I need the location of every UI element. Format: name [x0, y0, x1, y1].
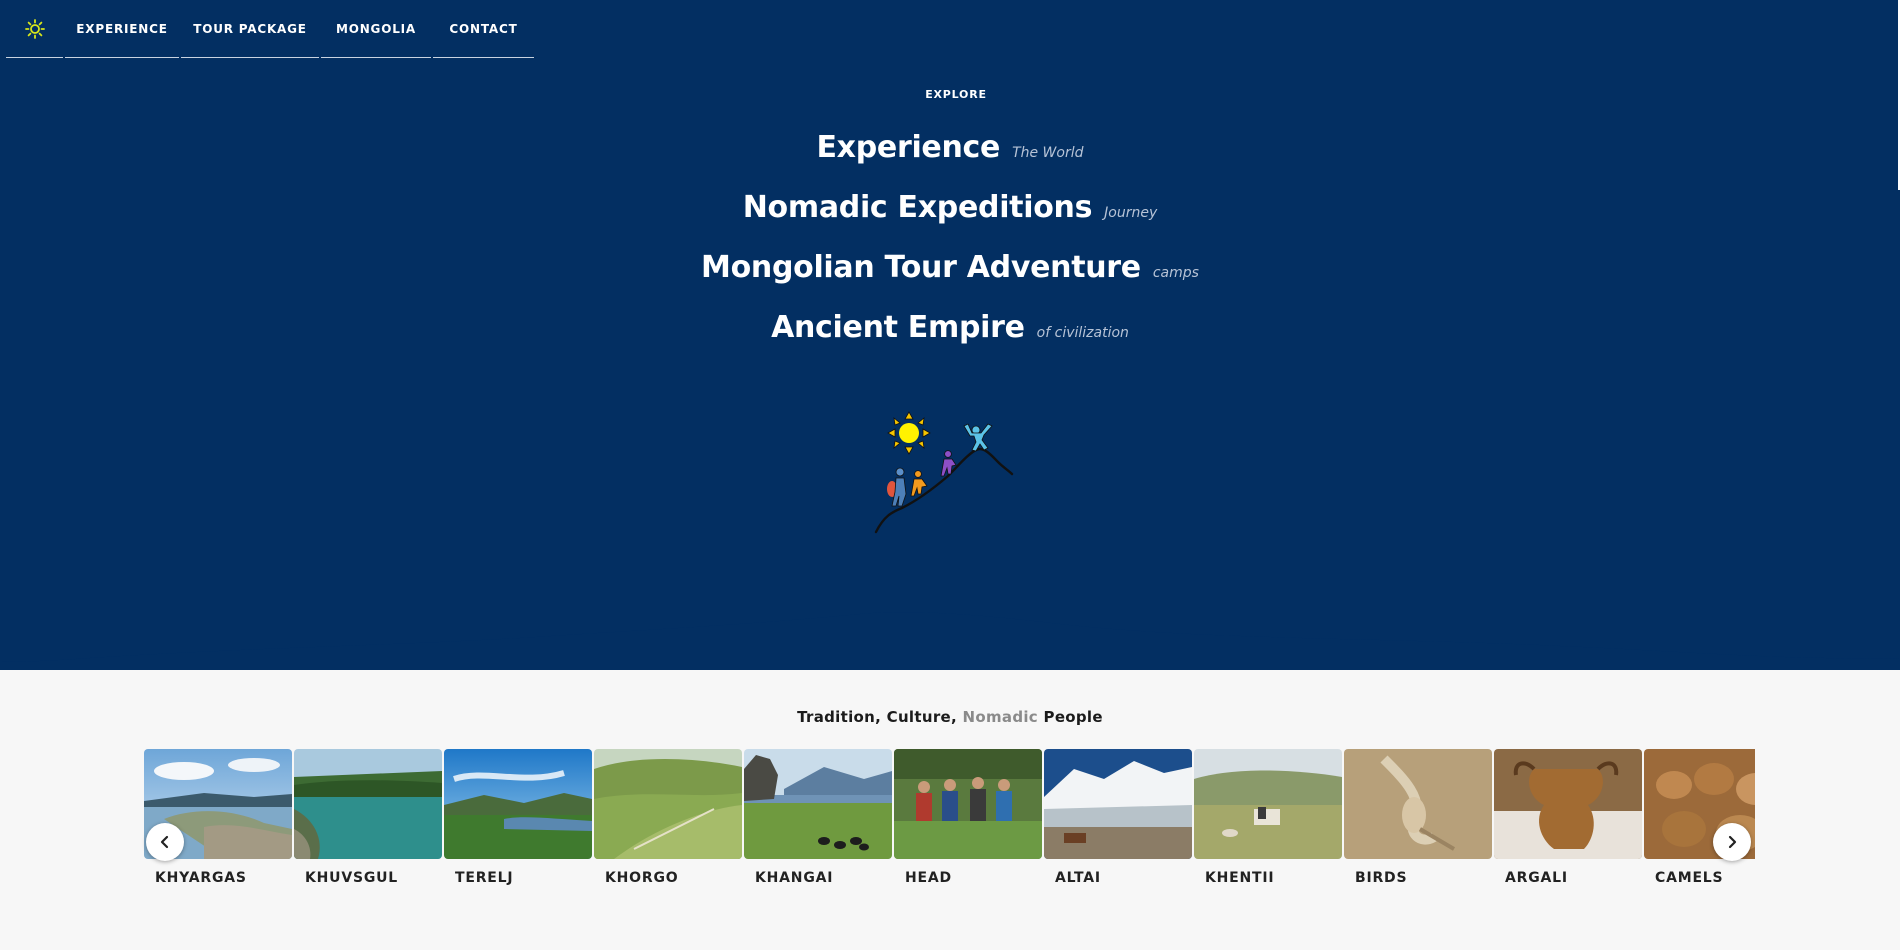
- tagline: Tradition, Culture, Nomadic People: [0, 708, 1900, 726]
- gallery-image: [744, 749, 892, 859]
- hero-wave-divider: [0, 600, 1900, 662]
- gallery-card-label: KHANGAI: [755, 870, 834, 886]
- top-nav: EXPERIENCE TOUR PACKAGE MONGOLIA CONTACT: [6, 0, 536, 58]
- gallery-card-khyargas[interactable]: KHYARGAS: [144, 749, 292, 886]
- sun-icon: [24, 18, 45, 39]
- hikers-mountain-sun-illustration: [874, 411, 1014, 534]
- headline-nomadic-expeditions: Nomadic Expeditions Journey: [0, 190, 1900, 225]
- nav-item-contact[interactable]: CONTACT: [433, 0, 534, 58]
- gallery-card-label: KHYARGAS: [155, 870, 247, 886]
- gallery-card-altai[interactable]: ALTAI: [1044, 749, 1192, 886]
- gallery-card-camels[interactable]: CAMELS: [1644, 749, 1755, 886]
- gallery-card-label: ALTAI: [1055, 870, 1101, 886]
- gallery-card-khorgo[interactable]: KHORGO: [594, 749, 742, 886]
- headline-mongolian-tour-adventure: Mongolian Tour Adventure camps: [0, 250, 1900, 285]
- gallery-image: [894, 749, 1042, 859]
- tagline-part-2: People: [1038, 708, 1103, 726]
- nav-item-experience[interactable]: EXPERIENCE: [65, 0, 179, 58]
- gallery-image: [1494, 749, 1642, 859]
- headline-main: Ancient Empire: [771, 310, 1025, 345]
- gallery-card-label: TERELJ: [455, 870, 514, 886]
- hero-eyebrow: EXPLORE: [925, 88, 987, 101]
- headline-experience: Experience The World: [0, 130, 1900, 165]
- gallery-image: [294, 749, 442, 859]
- headline-sub: camps: [1152, 265, 1199, 281]
- headline-sub: The World: [1012, 145, 1084, 161]
- gallery-card-label: KHORGO: [605, 870, 679, 886]
- chevron-left-icon: [160, 835, 169, 849]
- gallery-card-khuvsgul[interactable]: KHUVSGUL: [294, 749, 442, 886]
- gallery-card-label: BIRDS: [1355, 870, 1408, 886]
- gallery-carousel: KHYARGAS KHUVSGUL TERELJ KHORGO KHANGAI …: [144, 749, 1755, 894]
- gallery-image: [1344, 749, 1492, 859]
- headline-sub: Journey: [1104, 205, 1158, 221]
- gallery-card-khentii[interactable]: KHENTII: [1194, 749, 1342, 886]
- logo-link[interactable]: [6, 0, 63, 58]
- gallery-card-label: HEAD: [905, 870, 952, 886]
- nav-item-tour-package[interactable]: TOUR PACKAGE: [181, 0, 319, 58]
- headline-ancient-empire: Ancient Empire of civilization: [0, 310, 1900, 345]
- tagline-part-1: Tradition, Culture,: [797, 708, 963, 726]
- gallery-card-head[interactable]: HEAD: [894, 749, 1042, 886]
- gallery-card-terelj[interactable]: TERELJ: [444, 749, 592, 886]
- gallery-card-label: ARGALI: [1505, 870, 1568, 886]
- gallery-card-khangai[interactable]: KHANGAI: [744, 749, 892, 886]
- carousel-next-button[interactable]: [1713, 823, 1751, 861]
- gallery-image: [1044, 749, 1192, 859]
- headline-sub: of civilization: [1036, 325, 1129, 341]
- gallery-image: [444, 749, 592, 859]
- hero-section: EXPERIENCE TOUR PACKAGE MONGOLIA CONTACT…: [0, 0, 1900, 670]
- tagline-highlight: Nomadic: [962, 708, 1038, 726]
- gallery-card-label: KHENTII: [1205, 870, 1275, 886]
- chevron-right-icon: [1728, 835, 1737, 849]
- headline-main: Nomadic Expeditions: [742, 190, 1093, 225]
- carousel-prev-button[interactable]: [146, 823, 184, 861]
- gallery-image: [1194, 749, 1342, 859]
- gallery-card-label: KHUVSGUL: [305, 870, 399, 886]
- gallery-card-argali[interactable]: ARGALI: [1494, 749, 1642, 886]
- headline-main: Experience: [816, 130, 1001, 165]
- headline-main: Mongolian Tour Adventure: [701, 250, 1141, 285]
- gallery-image: [594, 749, 742, 859]
- gallery-card-label: CAMELS: [1655, 870, 1724, 886]
- nav-item-mongolia[interactable]: MONGOLIA: [321, 0, 431, 58]
- gallery-card-birds[interactable]: BIRDS: [1344, 749, 1492, 886]
